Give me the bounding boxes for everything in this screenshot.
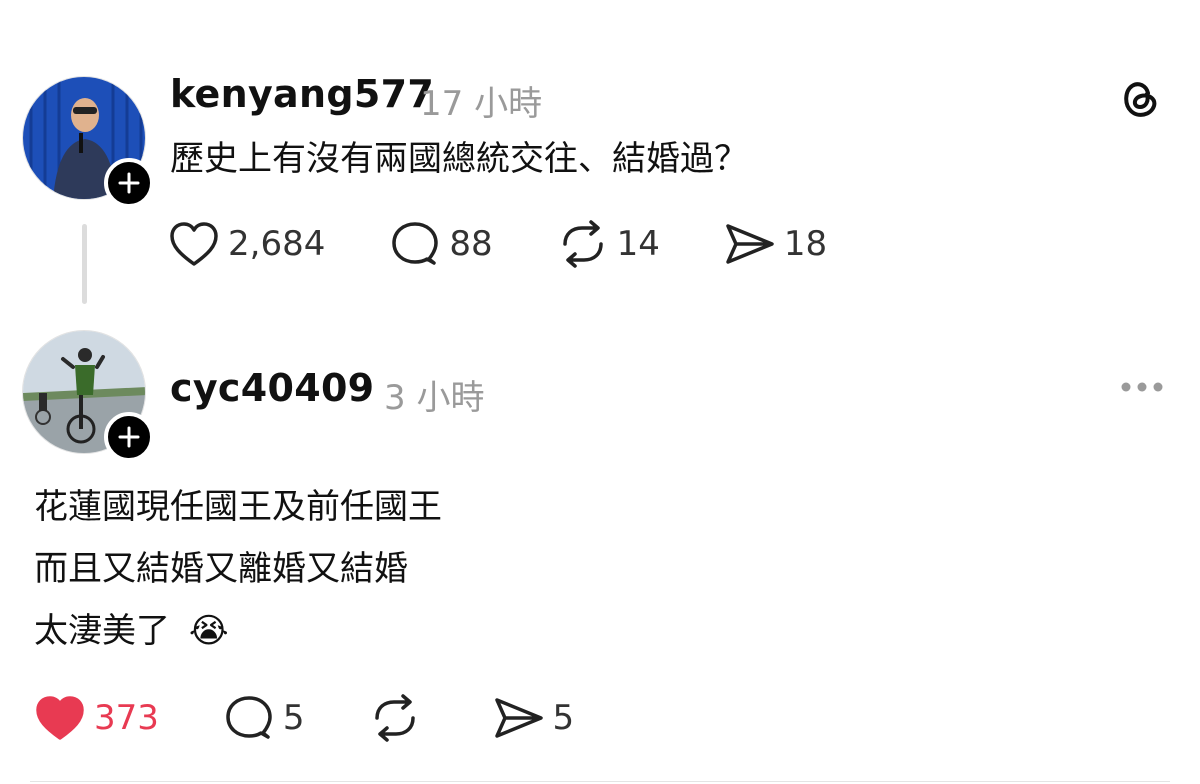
share-count: 5: [552, 698, 575, 738]
reply-text-line: 花蓮國現任國王及前任國王: [34, 487, 442, 527]
comment-button[interactable]: 88: [389, 220, 493, 268]
post-actions: 2,684 88 14 18: [168, 220, 827, 268]
heart-icon: [170, 222, 218, 266]
reply-actions: 373 5 5: [34, 694, 574, 742]
post-author-avatar-wrap: [22, 76, 154, 208]
comment-bubble-icon: [226, 696, 272, 739]
follow-button[interactable]: [104, 412, 154, 462]
send-icon: [726, 224, 774, 264]
plus-icon: [118, 426, 140, 448]
threads-page: kenyang577 17 小時 歷史上有沒有兩國總統交往、結婚過？ 2,684…: [0, 0, 1200, 784]
plus-icon: [118, 172, 140, 194]
reply-text-line: 太淒美了: [34, 611, 170, 651]
comment-count: 5: [282, 698, 305, 738]
share-button[interactable]: 18: [724, 220, 827, 268]
post-timestamp: 17 小時: [420, 84, 543, 124]
send-icon: [494, 698, 543, 738]
reply-text-line-last: 太淒美了 😭: [34, 600, 229, 662]
share-button[interactable]: 5: [493, 694, 575, 742]
repost-count: 14: [616, 224, 660, 264]
crying-face-emoji: 😭: [188, 611, 229, 651]
reply-timestamp: 3 小時: [384, 378, 485, 418]
repost-icon: [374, 694, 415, 742]
share-count: 18: [783, 224, 828, 264]
post-text: 歷史上有沒有兩國總統交往、結婚過？: [170, 139, 748, 179]
thread-connector-line: [82, 224, 87, 304]
repost-button[interactable]: 14: [557, 220, 660, 268]
like-button[interactable]: 2,684: [168, 220, 325, 268]
comment-count: 88: [449, 224, 493, 264]
reply-text-line: 而且又結婚又離婚又結婚: [34, 549, 408, 589]
like-count: 373: [94, 698, 159, 738]
like-count: 2,684: [228, 224, 326, 264]
reply-username[interactable]: cyc40409: [170, 366, 374, 410]
comment-bubble-icon: [392, 222, 439, 265]
reply-author-avatar-wrap: [22, 330, 154, 462]
heart-filled-icon: [36, 696, 84, 740]
comment-button[interactable]: 5: [223, 694, 305, 742]
repost-button[interactable]: [369, 694, 429, 742]
bottom-divider: [30, 781, 1170, 782]
follow-button[interactable]: [104, 158, 154, 208]
post-username[interactable]: kenyang577: [170, 72, 434, 116]
threads-logo-icon[interactable]: [1118, 76, 1162, 120]
repost-icon: [562, 220, 603, 268]
more-options-icon[interactable]: [1118, 372, 1166, 402]
like-button[interactable]: 373: [34, 694, 159, 742]
